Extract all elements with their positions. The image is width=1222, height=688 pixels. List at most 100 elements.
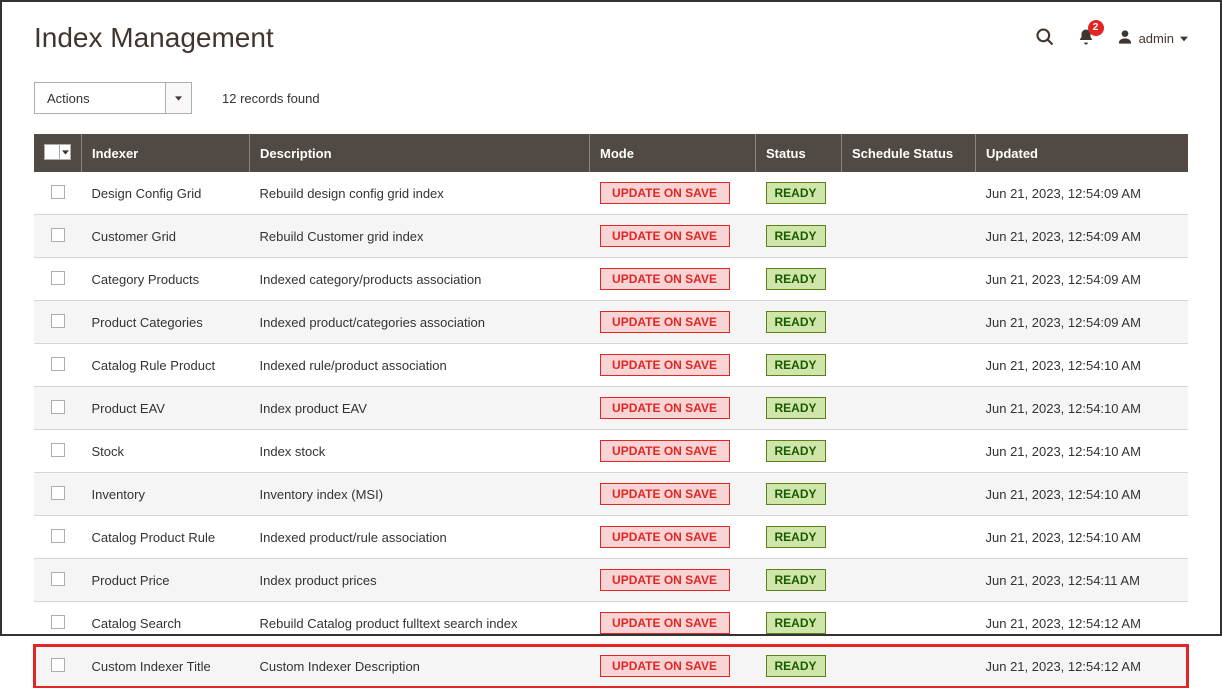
col-header-description[interactable]: Description: [250, 134, 590, 172]
notifications-button[interactable]: 2: [1077, 27, 1095, 50]
cell-indexer: Stock: [82, 430, 250, 473]
cell-description: Indexed category/products association: [250, 258, 590, 301]
cell-mode: UPDATE ON SAVE: [590, 602, 756, 645]
cell-updated: Jun 21, 2023, 12:54:10 AM: [976, 473, 1189, 516]
cell-schedule: [842, 516, 976, 559]
col-header-status[interactable]: Status: [756, 134, 842, 172]
page-title: Index Management: [34, 22, 274, 54]
row-checkbox[interactable]: [51, 314, 65, 328]
mode-badge: UPDATE ON SAVE: [600, 526, 730, 548]
row-checkbox-cell: [34, 645, 82, 688]
cell-indexer: Product Categories: [82, 301, 250, 344]
cell-mode: UPDATE ON SAVE: [590, 387, 756, 430]
select-all-header[interactable]: [34, 134, 82, 172]
cell-status: READY: [756, 473, 842, 516]
mode-badge: UPDATE ON SAVE: [600, 354, 730, 376]
cell-mode: UPDATE ON SAVE: [590, 516, 756, 559]
actions-dropdown[interactable]: Actions: [34, 82, 192, 114]
search-icon[interactable]: [1035, 27, 1055, 50]
cell-mode: UPDATE ON SAVE: [590, 172, 756, 215]
status-badge: READY: [766, 655, 826, 677]
row-checkbox[interactable]: [51, 529, 65, 543]
cell-indexer: Custom Indexer Title: [82, 645, 250, 688]
bell-icon: [1077, 35, 1095, 50]
row-checkbox[interactable]: [51, 228, 65, 242]
cell-updated: Jun 21, 2023, 12:54:11 AM: [976, 559, 1189, 602]
table-row: Product EAVIndex product EAVUPDATE ON SA…: [34, 387, 1188, 430]
cell-updated: Jun 21, 2023, 12:54:12 AM: [976, 645, 1189, 688]
select-all-dropdown[interactable]: [59, 145, 70, 159]
cell-indexer: Product Price: [82, 559, 250, 602]
row-checkbox[interactable]: [51, 658, 65, 672]
mode-badge: UPDATE ON SAVE: [600, 268, 730, 290]
table-row: Catalog SearchRebuild Catalog product fu…: [34, 602, 1188, 645]
records-count: 12 records found: [222, 91, 320, 106]
table-row: Custom Indexer TitleCustom Indexer Descr…: [34, 645, 1188, 688]
table-row: Product PriceIndex product pricesUPDATE …: [34, 559, 1188, 602]
cell-status: READY: [756, 215, 842, 258]
row-checkbox-cell: [34, 301, 82, 344]
cell-mode: UPDATE ON SAVE: [590, 430, 756, 473]
col-header-indexer[interactable]: Indexer: [82, 134, 250, 172]
cell-schedule: [842, 258, 976, 301]
cell-description: Rebuild design config grid index: [250, 172, 590, 215]
cell-schedule: [842, 172, 976, 215]
chevron-down-icon: [165, 83, 191, 113]
mode-badge: UPDATE ON SAVE: [600, 182, 730, 204]
status-badge: READY: [766, 311, 826, 333]
cell-mode: UPDATE ON SAVE: [590, 645, 756, 688]
cell-mode: UPDATE ON SAVE: [590, 215, 756, 258]
user-menu[interactable]: admin: [1117, 29, 1188, 48]
cell-description: Indexed product/rule association: [250, 516, 590, 559]
cell-status: READY: [756, 559, 842, 602]
col-header-schedule[interactable]: Schedule Status: [842, 134, 976, 172]
table-row: StockIndex stockUPDATE ON SAVEREADYJun 2…: [34, 430, 1188, 473]
row-checkbox[interactable]: [51, 486, 65, 500]
row-checkbox-cell: [34, 430, 82, 473]
user-name: admin: [1139, 31, 1174, 46]
cell-updated: Jun 21, 2023, 12:54:09 AM: [976, 215, 1189, 258]
cell-indexer: Product EAV: [82, 387, 250, 430]
table-row: Category ProductsIndexed category/produc…: [34, 258, 1188, 301]
col-header-updated[interactable]: Updated: [976, 134, 1189, 172]
cell-updated: Jun 21, 2023, 12:54:12 AM: [976, 602, 1189, 645]
row-checkbox[interactable]: [51, 443, 65, 457]
mode-badge: UPDATE ON SAVE: [600, 440, 730, 462]
row-checkbox-cell: [34, 258, 82, 301]
table-row: Customer GridRebuild Customer grid index…: [34, 215, 1188, 258]
status-badge: READY: [766, 612, 826, 634]
mode-badge: UPDATE ON SAVE: [600, 311, 730, 333]
col-header-mode[interactable]: Mode: [590, 134, 756, 172]
row-checkbox[interactable]: [51, 271, 65, 285]
row-checkbox[interactable]: [51, 615, 65, 629]
select-all-checkbox[interactable]: [45, 145, 59, 159]
row-checkbox-cell: [34, 602, 82, 645]
cell-updated: Jun 21, 2023, 12:54:10 AM: [976, 430, 1189, 473]
row-checkbox[interactable]: [51, 185, 65, 199]
row-checkbox[interactable]: [51, 572, 65, 586]
row-checkbox-cell: [34, 473, 82, 516]
mode-badge: UPDATE ON SAVE: [600, 612, 730, 634]
row-checkbox[interactable]: [51, 400, 65, 414]
cell-mode: UPDATE ON SAVE: [590, 301, 756, 344]
cell-status: READY: [756, 301, 842, 344]
mode-badge: UPDATE ON SAVE: [600, 569, 730, 591]
status-badge: READY: [766, 440, 826, 462]
row-checkbox-cell: [34, 559, 82, 602]
row-checkbox-cell: [34, 215, 82, 258]
cell-schedule: [842, 473, 976, 516]
cell-schedule: [842, 559, 976, 602]
status-badge: READY: [766, 182, 826, 204]
table-row: Product CategoriesIndexed product/catego…: [34, 301, 1188, 344]
cell-schedule: [842, 645, 976, 688]
status-badge: READY: [766, 354, 826, 376]
row-checkbox[interactable]: [51, 357, 65, 371]
table-row: Catalog Rule ProductIndexed rule/product…: [34, 344, 1188, 387]
index-grid: Indexer Description Mode Status Schedule…: [34, 134, 1188, 688]
cell-description: Rebuild Customer grid index: [250, 215, 590, 258]
cell-status: READY: [756, 344, 842, 387]
cell-schedule: [842, 602, 976, 645]
cell-description: Index product EAV: [250, 387, 590, 430]
row-checkbox-cell: [34, 344, 82, 387]
cell-description: Inventory index (MSI): [250, 473, 590, 516]
